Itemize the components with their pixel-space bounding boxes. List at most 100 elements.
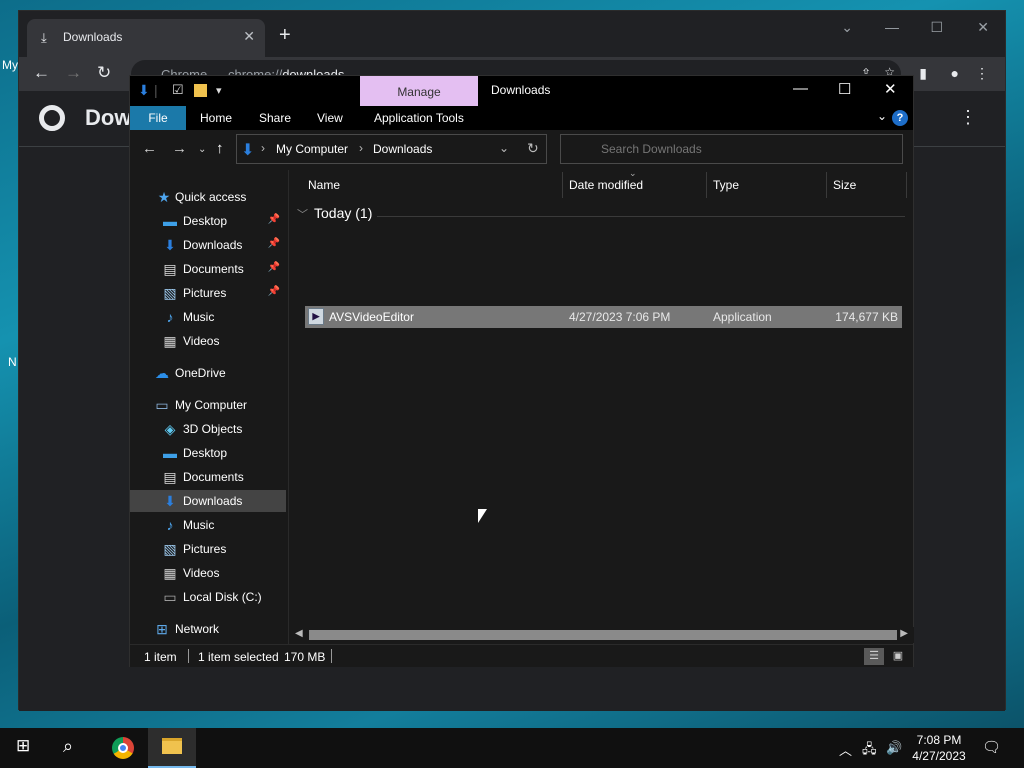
sidebar-item-music[interactable]: ♪ Music (130, 306, 286, 328)
minimize-button[interactable]: — (793, 80, 808, 97)
explorer-titlebar[interactable]: ⬇ | ☑ ▾ Manage Downloads — ☐ ✕ (130, 76, 913, 106)
volume-icon[interactable]: 🔊 (886, 740, 902, 756)
column-divider[interactable] (562, 172, 563, 198)
separator: | (154, 82, 158, 98)
more-options-icon[interactable]: ⋮ (959, 107, 977, 128)
chevron-right-icon[interactable]: › (359, 141, 363, 155)
breadcrumb-my-computer[interactable]: My Computer (276, 142, 348, 156)
sidebar-item-documents-pinned[interactable]: ▤ Documents 📌 (130, 258, 286, 280)
show-hidden-icons-icon[interactable]: ︿ (839, 740, 852, 759)
forward-button[interactable]: → (172, 140, 187, 157)
sidebar-item-quick-access[interactable]: ★ Quick access (130, 186, 286, 208)
maximize-button[interactable]: ☐ (838, 80, 851, 98)
sidebar-item-videos[interactable]: ▦ Videos (130, 330, 286, 352)
breadcrumb-downloads[interactable]: Downloads (373, 142, 432, 156)
manage-contextual-tab[interactable]: Manage (360, 76, 478, 106)
tab-view[interactable]: View (309, 106, 351, 130)
column-header-date[interactable]: Date modified (569, 178, 643, 192)
new-tab-button[interactable]: + (279, 25, 291, 45)
scroll-right-icon[interactable]: ▶ (900, 628, 908, 639)
column-header-size[interactable]: Size (833, 178, 856, 192)
drive-icon: ▭ (163, 589, 177, 605)
group-label: Today (1) (314, 205, 373, 221)
large-icons-view-icon[interactable]: ▣ (888, 648, 908, 665)
sidebar-item-local-disk[interactable]: ▭ Local Disk (C:) (130, 586, 286, 608)
clock[interactable]: 7:08 PM 4/27/2023 (910, 732, 968, 764)
horizontal-scrollbar[interactable]: ◀ ▶ (289, 627, 914, 643)
collapse-group-icon[interactable]: ﹀ (297, 209, 308, 221)
cloud-icon: ☁ (155, 365, 169, 381)
tab-share[interactable]: Share (251, 106, 299, 130)
tab-home[interactable]: Home (192, 106, 240, 130)
back-button[interactable]: ← (33, 63, 50, 83)
desktop-icon-label[interactable]: My (2, 58, 18, 72)
refresh-icon[interactable]: ↻ (527, 140, 539, 157)
column-header-type[interactable]: Type (713, 178, 739, 192)
sidebar-item-downloads[interactable]: ⬇ Downloads (130, 490, 286, 512)
sidebar-item-onedrive[interactable]: ☁ OneDrive (130, 362, 286, 384)
sidebar-item-music-pc[interactable]: ♪ Music (130, 514, 286, 536)
sidebar-item-3d-objects[interactable]: ◈ 3D Objects (130, 418, 286, 440)
sidebar-item-network[interactable]: ⊞ Network (130, 618, 286, 640)
close-button[interactable]: ✕ (884, 80, 897, 98)
sidebar-item-pictures[interactable]: ▧ Pictures (130, 538, 286, 560)
chrome-tab-title: Downloads (63, 30, 123, 44)
file-size: 174,677 KB (835, 310, 898, 324)
reload-button[interactable]: ↻ (97, 63, 111, 83)
chrome-menu-icon[interactable]: ⋮ (975, 65, 989, 82)
search-icon[interactable]: ⌕ (63, 736, 73, 757)
minimize-button[interactable]: — (885, 19, 899, 35)
back-button[interactable]: ← (142, 140, 157, 157)
properties-icon[interactable]: ☑ (172, 82, 184, 98)
close-tab-icon[interactable]: ✕ (243, 28, 255, 45)
file-explorer-taskbar-button[interactable] (148, 728, 196, 768)
sidebar-item-pictures-pinned[interactable]: ▧ Pictures 📌 (130, 282, 286, 304)
maximize-button[interactable]: ☐ (930, 19, 943, 36)
network-icon[interactable]: 🖧 (862, 740, 877, 762)
help-icon[interactable]: ? (892, 110, 908, 126)
details-view-icon[interactable]: ☰ (864, 648, 884, 665)
up-button[interactable]: ↑ (216, 140, 224, 157)
file-type: Application (713, 310, 772, 324)
new-folder-icon[interactable] (194, 84, 207, 97)
windows-start-icon[interactable]: ⊞ (16, 736, 30, 756)
address-history-icon[interactable]: ⌄ (499, 141, 509, 155)
recent-locations-icon[interactable]: ⌄ (198, 144, 206, 155)
search-input[interactable] (560, 134, 903, 164)
notifications-icon[interactable]: 🗨 (982, 738, 1001, 756)
desktop-icon-label[interactable]: N (8, 355, 17, 369)
column-divider[interactable] (826, 172, 827, 198)
expand-ribbon-icon[interactable]: ⌄ (877, 109, 887, 123)
column-divider[interactable] (706, 172, 707, 198)
chevron-right-icon[interactable]: › (261, 141, 265, 155)
sidebar-item-documents[interactable]: ▤ Documents (130, 466, 286, 488)
column-header-name[interactable]: Name (308, 178, 340, 192)
sidebar-item-label: Downloads (183, 494, 243, 508)
sidebar-item-my-computer[interactable]: ▭ My Computer (130, 394, 286, 416)
pin-icon: 📌 (267, 238, 280, 249)
address-bar[interactable]: ⬇ › My Computer › Downloads ⌄ ↻ (236, 134, 547, 164)
scrollbar-thumb[interactable] (309, 630, 897, 640)
document-icon: ▤ (163, 469, 177, 485)
tab-file[interactable]: File (130, 106, 186, 130)
sidebar-item-desktop-pinned[interactable]: ▬ Desktop 📌 (130, 210, 286, 232)
tab-application-tools[interactable]: Application Tools (366, 106, 472, 130)
file-row[interactable]: ▶ AVSVideoEditor 4/27/2023 7:06 PM Appli… (305, 306, 902, 328)
sidebar-item-videos-pc[interactable]: ▦ Videos (130, 562, 286, 584)
forward-button[interactable]: → (65, 63, 82, 83)
profile-icon[interactable]: ● (951, 65, 959, 81)
sidebar-item-downloads-pinned[interactable]: ⬇ Downloads 📌 (130, 234, 286, 256)
quick-access-dropdown-icon[interactable]: ▾ (216, 84, 222, 97)
chrome-tab-downloads[interactable]: ⤓ Downloads ✕ (27, 19, 265, 57)
tab-search-icon[interactable]: ⌄ (841, 19, 853, 36)
pin-icon: 📌 (267, 286, 280, 297)
sidebar-item-desktop[interactable]: ▬ Desktop (130, 442, 286, 464)
scroll-left-icon[interactable]: ◀ (295, 628, 303, 639)
close-window-button[interactable]: ✕ (977, 19, 989, 36)
column-divider[interactable] (906, 172, 907, 198)
music-icon: ♪ (166, 517, 174, 533)
group-header-today[interactable]: ﹀ Today (1) (297, 205, 372, 222)
side-panel-icon[interactable]: ▮ (919, 65, 927, 82)
chrome-taskbar-icon[interactable] (112, 737, 134, 759)
desktop-icon: ▬ (163, 213, 177, 229)
